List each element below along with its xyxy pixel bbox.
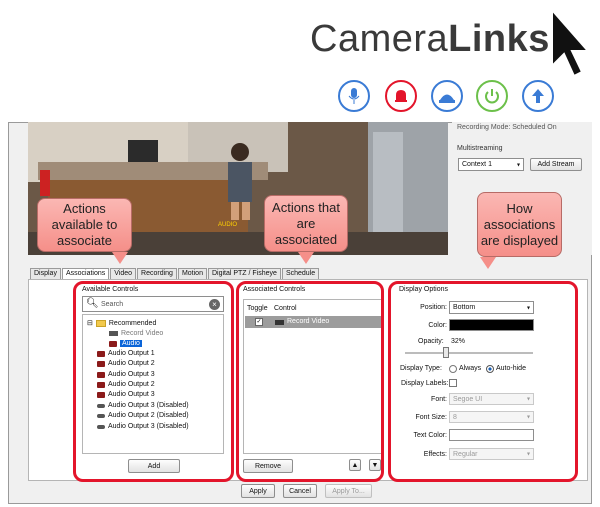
callout-associated-pointer [298, 252, 314, 264]
brand-light: Camera [310, 18, 449, 60]
alarm-bell-icon[interactable] [385, 80, 417, 112]
apply-to-button[interactable]: Apply To... [325, 484, 372, 498]
power-icon[interactable] [476, 80, 508, 112]
add-stream-button[interactable]: Add Stream [530, 158, 582, 171]
callout-associated: Actions that are associated [264, 195, 348, 252]
upload-arrow-icon[interactable] [522, 80, 554, 112]
multistreaming-label: Multistreaming [457, 145, 503, 152]
context-select[interactable]: Context 1 ▾ [458, 158, 524, 171]
highlight-display-options [388, 281, 578, 482]
callout-available: Actions available to associate [37, 198, 132, 252]
brand-logo: CameraLinks [310, 18, 550, 61]
chevron-down-icon: ▾ [516, 162, 520, 168]
apply-button[interactable]: Apply [241, 484, 275, 498]
highlight-available [73, 281, 234, 482]
brand-bold: Links [448, 18, 550, 60]
mouse-cursor-icon [551, 8, 591, 78]
recording-mode-text: Recording Mode: Scheduled On [457, 124, 557, 131]
context-select-value: Context 1 [462, 161, 492, 168]
highlight-associated [236, 281, 384, 482]
callout-available-pointer [112, 252, 128, 264]
video-overlay-label: AUDIO [218, 222, 238, 228]
callout-display-pointer [480, 257, 496, 269]
callout-display: How associations are displayed [477, 192, 562, 257]
microphone-icon[interactable] [338, 80, 370, 112]
cancel-button[interactable]: Cancel [283, 484, 317, 498]
ptz-camera-icon[interactable] [431, 80, 463, 112]
